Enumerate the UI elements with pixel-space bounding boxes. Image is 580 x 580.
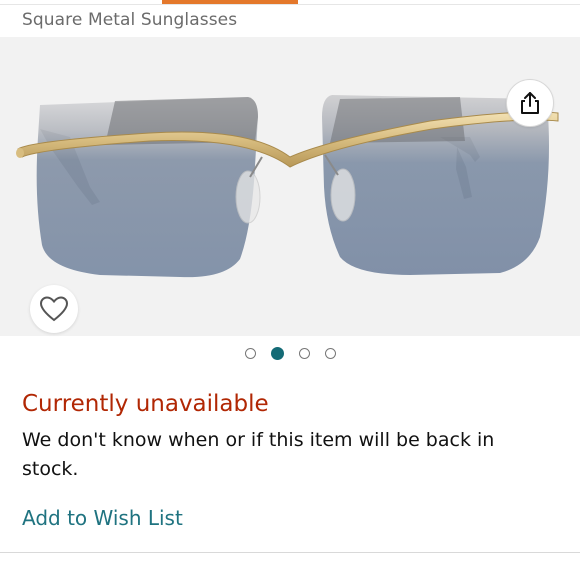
top-divider — [0, 4, 580, 5]
pagination-dot[interactable] — [324, 348, 336, 359]
product-title: Square Metal Sunglasses — [22, 10, 238, 30]
pagination-dot[interactable] — [298, 348, 310, 359]
availability-status: Currently unavailable — [22, 391, 269, 417]
wishlist-heart-button[interactable] — [30, 285, 78, 333]
bottom-divider — [0, 552, 580, 553]
share-button[interactable] — [506, 79, 554, 127]
pagination-dot-active[interactable] — [270, 347, 284, 360]
heart-outline-icon — [39, 296, 69, 322]
share-icon — [521, 92, 539, 114]
image-pagination-dots — [0, 347, 580, 360]
availability-note: We don't know when or if this item will … — [22, 429, 495, 480]
product-image-gallery[interactable] — [0, 37, 580, 336]
pagination-dot[interactable] — [244, 348, 256, 359]
sunglasses-image — [16, 95, 559, 278]
add-to-wishlist-link[interactable]: Add to Wish List — [22, 506, 183, 530]
